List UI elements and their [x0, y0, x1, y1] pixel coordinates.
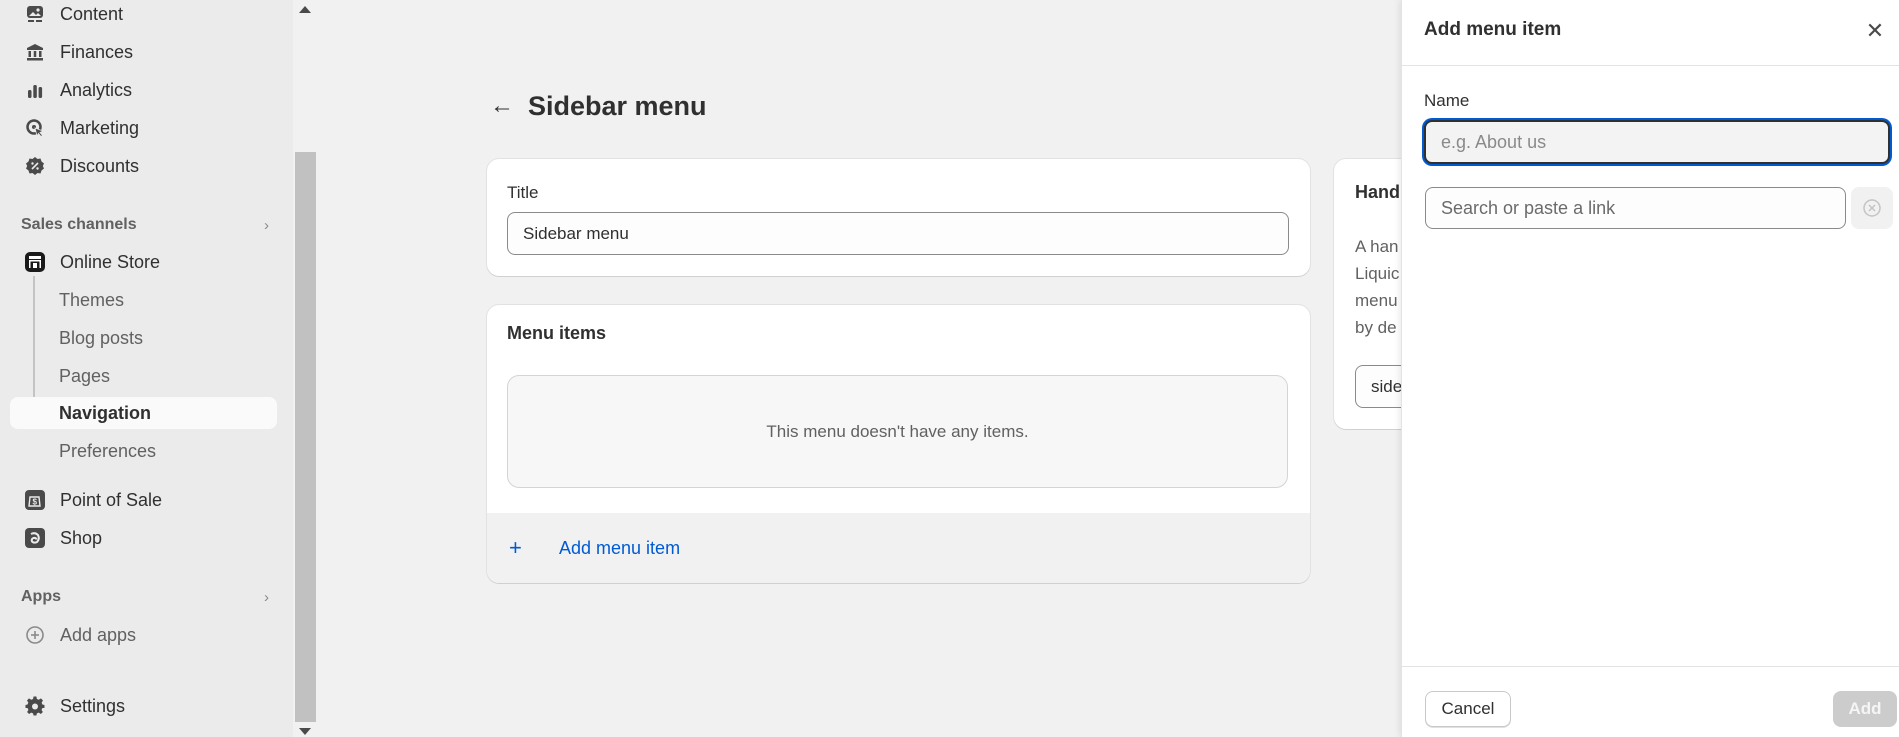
sidebar: Content Finances Analytics Marketing Dis…: [0, 0, 293, 737]
drawer-title: Add menu item: [1424, 19, 1562, 40]
shop-icon: [24, 527, 46, 549]
menu-items-card: Menu items This menu doesn't have any it…: [487, 305, 1310, 583]
sidebar-subitem-preferences[interactable]: Preferences: [10, 435, 277, 467]
sidebar-scrollbar[interactable]: [293, 0, 316, 737]
chevron-right-icon: ›: [264, 588, 269, 606]
sidebar-item-label: Add apps: [60, 624, 137, 645]
content-icon: [24, 3, 46, 25]
sidebar-item-label: Settings: [60, 695, 126, 716]
sidebar-item-label: Content: [60, 3, 124, 24]
sidebar-item-shop[interactable]: Shop: [10, 522, 277, 554]
sidebar-item-label: Finances: [60, 41, 134, 62]
sidebar-item-label: Discounts: [60, 155, 140, 176]
gear-icon: [24, 695, 46, 717]
sidebar-item-label: Analytics: [60, 79, 133, 100]
sidebar-subitem-navigation[interactable]: Navigation: [10, 397, 277, 429]
close-icon[interactable]: ✕: [1863, 18, 1887, 44]
scrollbar-thumb[interactable]: [295, 152, 316, 722]
bar-chart-icon: [24, 79, 46, 101]
sidebar-subitem-blog-posts[interactable]: Blog posts: [10, 322, 277, 354]
chevron-right-icon: ›: [264, 216, 269, 234]
sidebar-item-label: Marketing: [60, 117, 140, 138]
name-label: Name: [1424, 91, 1470, 110]
title-label: Title: [507, 183, 539, 202]
clear-link-button[interactable]: [1851, 187, 1893, 229]
apps-label: Apps: [21, 588, 61, 605]
sales-channels-heading[interactable]: Sales channels ›: [21, 213, 271, 237]
sidebar-item-settings[interactable]: Settings: [10, 690, 277, 722]
scroll-up-arrow-icon[interactable]: [299, 6, 311, 13]
add-menu-item-link[interactable]: Add menu item: [559, 538, 680, 559]
scroll-down-arrow-icon[interactable]: [299, 728, 311, 735]
sidebar-item-add-apps[interactable]: Add apps: [10, 619, 277, 651]
sidebar-item-finances[interactable]: Finances: [10, 36, 277, 68]
drawer-header: Add menu item ✕: [1402, 0, 1899, 66]
pos-icon: $: [24, 489, 46, 511]
empty-state: This menu doesn't have any items.: [507, 375, 1288, 488]
sidebar-subitem-themes[interactable]: Themes: [10, 284, 277, 316]
link-search-input[interactable]: Search or paste a link: [1425, 187, 1846, 229]
apps-heading[interactable]: Apps ›: [21, 585, 271, 609]
drawer-footer: Cancel Add: [1402, 666, 1899, 737]
svg-text:$: $: [33, 498, 38, 507]
sidebar-item-label: Shop: [60, 527, 103, 548]
plus-icon: +: [509, 535, 522, 560]
target-icon: [24, 117, 46, 139]
sidebar-item-analytics[interactable]: Analytics: [10, 74, 277, 106]
sidebar-item-online-store[interactable]: Online Store: [10, 246, 277, 278]
sidebar-item-discounts[interactable]: Discounts: [10, 150, 277, 182]
name-input[interactable]: e.g. About us: [1424, 120, 1890, 164]
sidebar-subitem-pages[interactable]: Pages: [10, 360, 277, 392]
sidebar-item-point-of-sale[interactable]: $ Point of Sale: [10, 484, 277, 516]
page-title: Sidebar menu: [528, 90, 707, 121]
menu-items-heading: Menu items: [507, 323, 607, 343]
page-header: ← Sidebar menu: [490, 86, 707, 126]
title-input[interactable]: Sidebar menu: [507, 212, 1289, 255]
back-arrow-icon[interactable]: ←: [490, 92, 520, 120]
add-menu-item-row[interactable]: + Add menu item: [487, 513, 1310, 583]
bank-icon: [24, 41, 46, 63]
sidebar-item-content[interactable]: Content: [10, 0, 277, 30]
discount-badge-icon: [24, 155, 46, 177]
store-icon: [24, 251, 46, 273]
cancel-button[interactable]: Cancel: [1425, 691, 1511, 727]
add-circle-icon: [24, 624, 46, 646]
sales-channels-label: Sales channels: [21, 216, 137, 233]
handle-heading: Hand: [1355, 182, 1400, 202]
sidebar-item-label: Point of Sale: [60, 489, 163, 510]
empty-state-text: This menu doesn't have any items.: [766, 421, 1029, 441]
sidebar-item-marketing[interactable]: Marketing: [10, 112, 277, 144]
add-button[interactable]: Add: [1833, 691, 1897, 727]
title-card: Title Sidebar menu: [487, 159, 1310, 276]
add-menu-item-drawer: Add menu item ✕ Name e.g. About us Searc…: [1401, 0, 1899, 737]
clear-circle-icon: [1863, 199, 1881, 217]
sidebar-item-label: Online Store: [60, 251, 161, 272]
